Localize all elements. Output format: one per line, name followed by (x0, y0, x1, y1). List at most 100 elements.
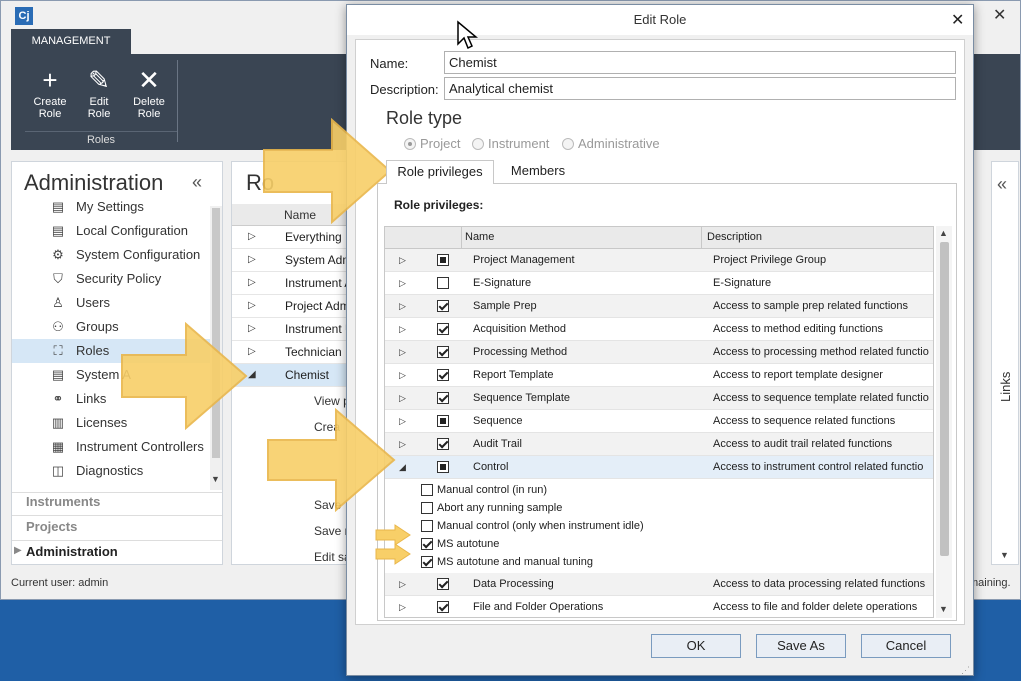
nav-section-administration[interactable]: Administration (26, 540, 118, 564)
privilege-checkbox[interactable] (437, 369, 449, 381)
nav-item-local-configuration[interactable]: ▤ Local Configuration (12, 219, 212, 243)
radio-project[interactable]: Project (404, 136, 460, 151)
collapse-icon[interactable]: ◢ (248, 364, 256, 386)
expand-icon[interactable]: ▷ (248, 318, 256, 340)
privilege-row[interactable]: ▷ Sample Prep Access to sample prep relate… (385, 295, 933, 318)
cancel-button[interactable]: Cancel (861, 634, 951, 658)
expand-icon[interactable]: ▷ (248, 226, 256, 248)
radio-instrument[interactable]: Instrument (472, 136, 549, 151)
expand-icon[interactable]: ▷ (248, 341, 256, 363)
role-row-selected[interactable]: ◢ Chemist (232, 364, 346, 387)
grid-scroll-thumb[interactable] (940, 242, 949, 556)
expand-icon[interactable]: ▷ (248, 295, 256, 317)
nav-item-my-settings[interactable]: ▤ My Settings (12, 195, 212, 219)
save-as-button[interactable]: Save As (756, 634, 846, 658)
privilege-checkbox[interactable] (437, 415, 449, 427)
expand-icon[interactable]: ▷ (248, 272, 256, 294)
privilege-row[interactable]: ▷ Report Template Access to report templat… (385, 364, 933, 387)
role-row[interactable]: ▷ Technician (232, 341, 346, 364)
privilege-checkbox[interactable] (437, 254, 449, 266)
privilege-row[interactable]: ▷ Data Processing Access to data processin… (385, 573, 933, 596)
column-name[interactable]: Name (465, 231, 494, 243)
privilege-checkbox[interactable] (437, 300, 449, 312)
radio-administrative[interactable]: Administrative (562, 136, 660, 151)
expand-chevrons-icon[interactable]: « (997, 174, 1007, 195)
expand-icon[interactable]: ▷ (399, 410, 406, 432)
expand-icon[interactable]: ▷ (399, 318, 406, 340)
sub-privilege-checkbox[interactable] (421, 556, 433, 568)
ok-button[interactable]: OK (651, 634, 741, 658)
nav-item-label: Instrument Controllers (76, 439, 204, 454)
role-row[interactable]: ▷ System Adm (232, 249, 347, 272)
privilege-checkbox[interactable] (437, 323, 449, 335)
role-row[interactable]: ▷ Instrument A (232, 272, 346, 295)
privilege-row[interactable]: ▷ Sequence Template Access to sequence tem… (385, 387, 933, 410)
role-name: System Adm (285, 253, 347, 267)
privilege-row[interactable]: ▷ Sequence Access to sequence related func… (385, 410, 933, 433)
tab-members[interactable]: Members (496, 160, 580, 184)
privilege-checkbox[interactable] (437, 277, 449, 289)
nav-item-users[interactable]: ♙ Users (12, 291, 212, 315)
privilege-checkbox[interactable] (437, 438, 449, 450)
column-description[interactable]: Description (707, 231, 762, 243)
expand-icon[interactable]: ▷ (248, 249, 256, 271)
nav-item-security-policy[interactable]: ⛉ Security Policy (12, 267, 212, 291)
expand-icon[interactable]: ▷ (399, 596, 406, 617)
privilege-row[interactable]: ◢ Control Access to instrument control rel… (385, 456, 933, 479)
privilege-checkbox[interactable] (437, 578, 449, 590)
expand-icon[interactable]: ▷ (399, 295, 406, 317)
privilege-row[interactable]: ▷ E-Signature E-Signature (385, 272, 933, 295)
scroll-down-icon[interactable]: ▼ (939, 604, 948, 614)
delete-role-button[interactable]: ✕ Delete Role (124, 64, 174, 126)
privilege-row[interactable]: ▷ Processing Method Access to processing m… (385, 341, 933, 364)
nav-section-instruments[interactable]: Instruments (26, 490, 100, 514)
sub-privilege-row[interactable]: Manual control (in run) (385, 481, 685, 499)
expand-icon[interactable]: ▷ (399, 573, 406, 595)
sub-privilege-row[interactable]: MS autotune (385, 535, 685, 553)
collapse-chevrons-icon[interactable]: « (192, 172, 202, 193)
privilege-row[interactable]: ▷ File and Folder Operations Access to fil… (385, 596, 933, 617)
privilege-checkbox[interactable] (437, 392, 449, 404)
expand-icon[interactable]: ▷ (399, 341, 406, 363)
sub-privilege-row[interactable]: MS autotune and manual tuning (385, 553, 685, 571)
nav-section-projects[interactable]: Projects (26, 515, 77, 539)
sub-privilege-row[interactable]: Manual control (only when instrument idl… (385, 517, 685, 535)
expand-icon[interactable]: ▷ (399, 364, 406, 386)
nav-item-instrument-controllers[interactable]: ▦ Instrument Controllers (12, 435, 212, 459)
sub-privilege-row[interactable]: Abort any running sample (385, 499, 685, 517)
ribbon-tab-management[interactable]: MANAGEMENT (11, 29, 131, 54)
sub-privilege-checkbox[interactable] (421, 538, 433, 550)
collapse-icon[interactable]: ◢ (399, 456, 406, 478)
role-row[interactable]: ▷ Instrument U (232, 318, 346, 341)
scroll-down-icon[interactable]: ▼ (1000, 550, 1009, 560)
privilege-checkbox[interactable] (437, 601, 449, 613)
expand-icon[interactable]: ▷ (399, 249, 406, 271)
role-row[interactable]: ▷ Project Adm (232, 295, 346, 318)
description-field[interactable]: Analytical chemist (444, 77, 956, 100)
scroll-up-icon[interactable]: ▲ (939, 228, 948, 238)
links-label[interactable]: Links (998, 362, 1014, 402)
role-row[interactable]: ▷ Everything (232, 226, 346, 249)
privilege-row[interactable]: ▷ Audit Trail Access to audit trail relate… (385, 433, 933, 456)
scroll-down-icon[interactable]: ▼ (211, 474, 220, 484)
dialog-close-icon[interactable]: ✕ (951, 10, 964, 30)
expand-icon[interactable]: ▷ (399, 433, 406, 455)
expand-icon[interactable]: ▷ (399, 387, 406, 409)
privilege-row[interactable]: ▷ Project Management Project Privilege Gro… (385, 249, 933, 272)
privilege-checkbox[interactable] (437, 461, 449, 473)
resize-grip-icon[interactable]: ⋰ (961, 665, 970, 676)
nav-item-diagnostics[interactable]: ◫ Diagnostics (12, 459, 212, 483)
privilege-checkbox[interactable] (437, 346, 449, 358)
settings-doc-icon: ▤ (51, 199, 65, 214)
create-role-button[interactable]: + Create Role (25, 64, 75, 126)
tab-role-privileges[interactable]: Role privileges (386, 160, 494, 184)
sub-privilege-checkbox[interactable] (421, 520, 433, 532)
sub-privilege-checkbox[interactable] (421, 484, 433, 496)
edit-role-button[interactable]: ✎ Edit Role (74, 64, 124, 126)
sub-privilege-checkbox[interactable] (421, 502, 433, 514)
privilege-row[interactable]: ▷ Acquisition Method Access to method edit… (385, 318, 933, 341)
nav-item-system-configuration[interactable]: ⚙ System Configuration (12, 243, 212, 267)
expand-icon[interactable]: ▷ (399, 272, 406, 294)
main-close-icon[interactable]: ✕ (993, 5, 1006, 25)
name-field[interactable]: Chemist (444, 51, 956, 74)
